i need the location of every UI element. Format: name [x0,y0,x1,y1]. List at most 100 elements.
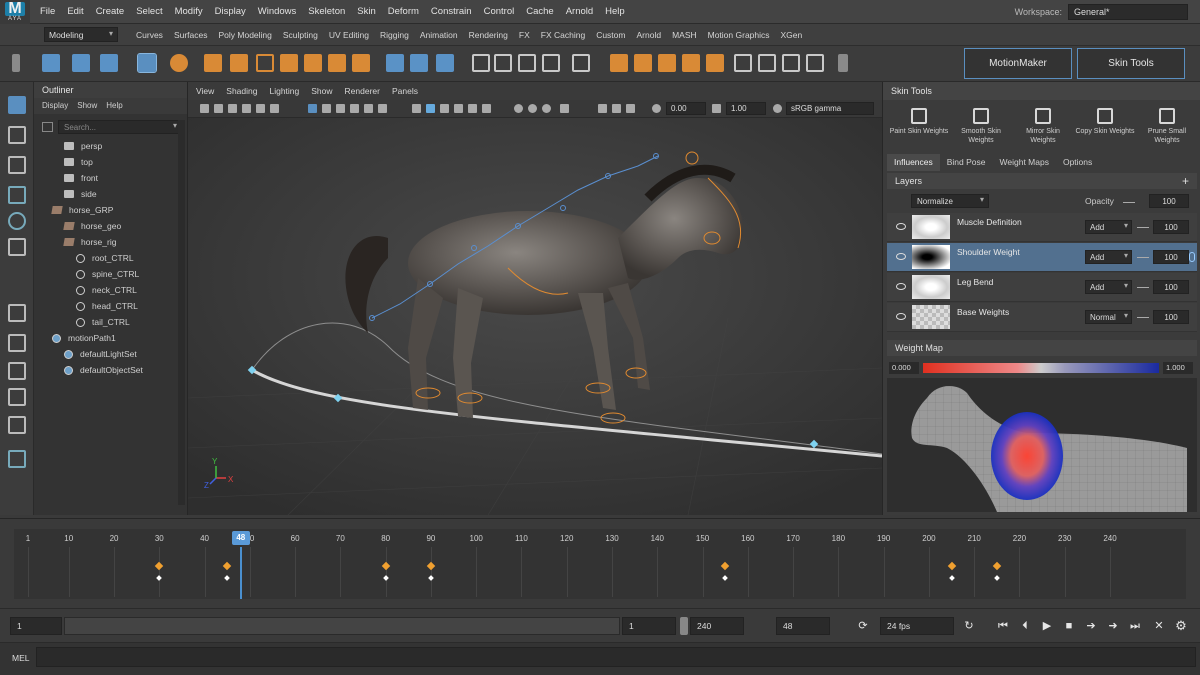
skin-tool-2[interactable]: Mirror Skin Weights [1013,108,1073,145]
cylinder-icon[interactable] [100,54,118,72]
backface-icon[interactable] [626,104,635,113]
ik-handle-icon[interactable] [410,54,428,72]
keyframe-marker[interactable] [224,575,231,581]
shelf-tab-fx[interactable]: FX [519,30,530,40]
joint-tool-icon[interactable] [386,54,404,72]
shelf-tab-surfaces[interactable]: Surfaces [174,30,208,40]
normalize-dropdown[interactable]: Normalize [911,194,989,208]
constraint-icon[interactable] [472,54,490,72]
tab-bind-pose[interactable]: Bind Pose [940,154,993,171]
poly-pyramid-icon[interactable] [328,54,346,72]
outliner-item[interactable]: spine_CTRL [76,266,139,282]
grid-snap-icon[interactable] [137,53,157,73]
exposure-icon[interactable] [652,104,661,113]
outliner-item[interactable]: horse_GRP [51,202,113,218]
select-arrow-icon[interactable] [8,96,26,114]
ambient-occlusion-icon[interactable] [514,104,523,113]
outliner-item[interactable]: defaultLightSet [64,346,137,362]
bookmark-icon[interactable] [228,104,237,113]
menu-constrain[interactable]: Constrain [431,6,472,17]
textured-icon[interactable] [454,104,463,113]
deformer-icon[interactable] [610,54,628,72]
outliner-item[interactable]: head_CTRL [76,298,138,314]
outliner-menu-help[interactable]: Help [106,101,122,111]
film-gate-icon[interactable] [322,104,331,113]
viewport-scene[interactable]: X Y Z [188,118,882,515]
eye-icon[interactable] [896,283,906,290]
close-icon[interactable]: ✕ [1152,619,1166,633]
grid-toggle-icon[interactable] [308,104,317,113]
keyframe-marker[interactable] [382,575,389,581]
xray-icon[interactable] [598,104,607,113]
loop-icon[interactable]: ⟳ [856,619,870,633]
menu-cache[interactable]: Cache [526,6,553,17]
layer-blend-mode[interactable]: Add [1085,250,1132,264]
tab-influences[interactable]: Influences [887,154,940,171]
shelf-tab-motion-graphics[interactable]: Motion Graphics [708,30,770,40]
playhead-frame-label[interactable]: 48 [231,531,250,545]
menu-skin[interactable]: Skin [357,6,375,17]
outliner-filter-icon[interactable] [42,122,53,132]
range-start-field[interactable]: 1 [622,617,676,635]
outliner-item[interactable]: neck_CTRL [76,282,137,298]
outliner-item[interactable]: tail_CTRL [76,314,130,330]
go-to-end-icon[interactable]: ⏭ [1128,619,1142,633]
layer-blend-mode[interactable]: Add [1085,280,1132,294]
scale-tool-icon[interactable] [8,238,26,256]
tab-weight-maps[interactable]: Weight Maps [993,154,1056,171]
outliner-item[interactable]: horse_rig [63,234,116,250]
lattice-icon[interactable] [572,54,590,72]
menu-set-dropdown[interactable]: Modeling [44,27,118,42]
mel-input[interactable] [36,647,1196,667]
weight-min-field[interactable]: 0.000 [889,362,919,374]
shelf-tab-animation[interactable]: Animation [420,30,458,40]
skin-tool-3[interactable]: Copy Skin Weights [1075,108,1135,136]
cluster-icon[interactable] [634,54,652,72]
default-material-icon[interactable] [440,104,449,113]
single-view-icon[interactable] [8,304,26,322]
wrap-icon[interactable] [682,54,700,72]
view-transform-field[interactable]: sRGB gamma [786,102,874,115]
outliner-item[interactable]: persp [64,138,102,154]
shadows-icon[interactable] [482,104,491,113]
range-knob[interactable] [680,617,688,635]
next-key-icon[interactable]: ➜ [1106,619,1120,633]
keyframe-marker[interactable] [426,561,436,571]
layer-row[interactable]: Leg Bend Add 100 [887,273,1197,302]
outliner-item[interactable]: root_CTRL [76,250,134,266]
outliner-item[interactable]: side [64,186,97,202]
outliner-search-input[interactable]: Search... [58,120,182,134]
layer-weight-field[interactable]: 100 [1153,220,1189,234]
outliner-scrollbar[interactable] [178,120,185,505]
layer-blend-mode[interactable]: Normal [1085,310,1132,324]
camera-lock-icon[interactable] [214,104,223,113]
motionmaker-button[interactable]: MotionMaker [964,48,1072,79]
outliner-item[interactable]: front [64,170,98,186]
keyframe-marker[interactable] [381,561,390,571]
fps-dropdown[interactable]: 24 fps [880,617,954,635]
poly-prism-icon[interactable] [304,54,322,72]
menu-control[interactable]: Control [484,6,515,17]
blendshape-icon[interactable] [658,54,676,72]
layer-row[interactable]: Shoulder Weight Add 100 [887,243,1197,272]
shelf-tab-rigging[interactable]: Rigging [380,30,409,40]
viewport-menu-lighting[interactable]: Lighting [269,86,299,96]
keyframe-icon[interactable] [782,54,800,72]
poly-cylinder-icon[interactable] [230,54,248,72]
menu-file[interactable]: File [40,6,55,17]
skin-tool-1[interactable]: Smooth Skin Weights [951,108,1011,145]
outliner-item[interactable]: top [64,154,93,170]
outliner-item[interactable]: motionPath1 [52,330,116,346]
shelf-tab-mash[interactable]: MASH [672,30,697,40]
select-tool-icon[interactable] [12,54,20,72]
opacity-slider[interactable] [1123,202,1135,203]
layer-weight-field[interactable]: 100 [1153,310,1189,324]
viewport-menu-panels[interactable]: Panels [392,86,418,96]
link-icon[interactable] [1189,252,1195,262]
add-layer-icon[interactable]: + [1182,174,1189,188]
shelf-tab-curves[interactable]: Curves [136,30,163,40]
outliner-item[interactable]: horse_geo [63,218,121,234]
workspace-dropdown[interactable]: General* [1068,4,1188,20]
play-forward-icon[interactable]: ➔ [1084,619,1098,633]
curve-tool-icon[interactable] [734,54,752,72]
